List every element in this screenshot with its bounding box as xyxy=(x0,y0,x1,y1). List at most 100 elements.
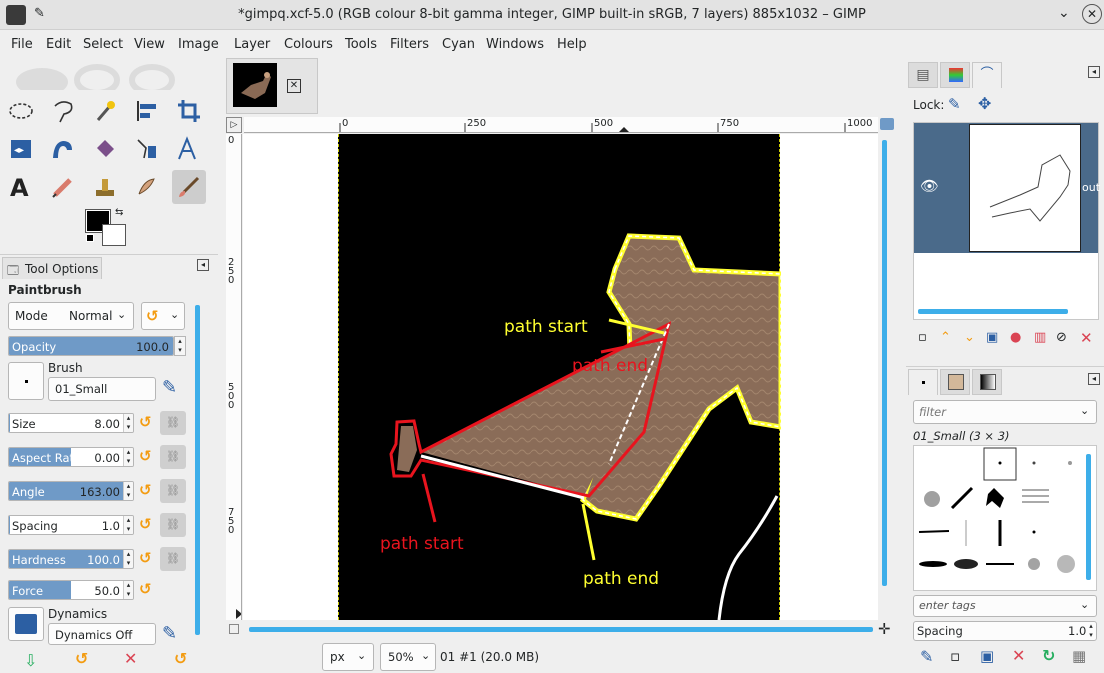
reset-size-icon[interactable]: ↺ xyxy=(139,415,155,431)
zoom-dropdown[interactable]: 50% ⌄ xyxy=(380,643,436,671)
close-image-tab-icon[interactable]: ✕ xyxy=(287,79,301,93)
reset-mode-button[interactable]: ↺ ⌄ xyxy=(141,302,185,330)
fuzzy-select-icon[interactable] xyxy=(88,94,122,128)
crop-icon[interactable] xyxy=(172,94,206,128)
brush-tags-dropdown[interactable]: enter tags ⌄ xyxy=(913,595,1097,617)
pencil-icon[interactable] xyxy=(46,170,80,204)
force-spinner[interactable]: ▴ ▾ xyxy=(123,581,133,599)
spacing-spinner[interactable]: ▴ ▾ xyxy=(123,516,133,534)
default-colors-icon[interactable] xyxy=(86,234,94,242)
lock-pixels-icon[interactable]: ✎ xyxy=(948,95,961,113)
reset-force-icon[interactable]: ↺ xyxy=(139,582,155,598)
text-tool-icon[interactable]: A xyxy=(4,170,38,204)
restore-options-icon[interactable]: ↺ xyxy=(75,649,88,668)
unit-dropdown[interactable]: px ⌄ xyxy=(322,643,374,671)
reset-options-icon[interactable]: ↺ xyxy=(174,649,187,668)
tool-options-scrollbar[interactable] xyxy=(195,305,200,635)
hardness-slider[interactable]: Hardness 100.0 ▴ ▾ xyxy=(8,549,134,569)
mode-dropdown[interactable]: Mode Normal ⌄ xyxy=(8,302,134,330)
brush-spacing-spinner[interactable]: ▴ ▾ xyxy=(1086,622,1096,640)
size-link-icon[interactable]: ⛓ xyxy=(160,411,186,435)
menu-windows[interactable]: Windows xyxy=(486,37,544,52)
opacity-spinner[interactable]: ▴ ▾ xyxy=(174,336,186,356)
menu-image[interactable]: Image xyxy=(178,37,219,52)
layer-list-scrollbar[interactable] xyxy=(918,309,1068,314)
brush-preview[interactable] xyxy=(8,362,44,400)
duplicate-layer-icon[interactable]: ▣ xyxy=(986,330,998,345)
menu-filters[interactable]: Filters xyxy=(390,37,429,52)
hardness-link-icon[interactable]: ⛓ xyxy=(160,547,186,571)
brush-filter-dropdown[interactable]: filter ⌄ xyxy=(913,400,1097,424)
menu-colours[interactable]: Colours xyxy=(284,37,333,52)
menu-view[interactable]: View xyxy=(134,37,165,52)
force-slider[interactable]: Force 50.0 ▴ ▾ xyxy=(8,580,134,600)
reset-hardness-icon[interactable]: ↺ xyxy=(139,551,155,567)
save-options-icon[interactable]: ⇩ xyxy=(24,651,37,670)
lock-position-icon[interactable]: ✥ xyxy=(978,94,991,113)
tab-paths[interactable]: ⌒ xyxy=(972,62,1002,88)
menu-layer[interactable]: Layer xyxy=(234,37,270,52)
warp-transform-icon[interactable] xyxy=(46,132,80,166)
minimize-button[interactable]: ⌄ xyxy=(1058,5,1070,21)
size-spinner[interactable]: ▴ ▾ xyxy=(123,414,133,432)
mask-layer-icon[interactable]: ⊘ xyxy=(1056,330,1067,345)
reset-spacing-icon[interactable]: ↺ xyxy=(139,517,155,533)
eye-icon[interactable]: 👁 xyxy=(920,177,939,195)
delete-options-icon[interactable]: ✕ xyxy=(124,649,137,668)
dynamics-name-field[interactable]: Dynamics Off xyxy=(48,623,156,645)
new-layer-group-icon[interactable]: ▫ xyxy=(918,330,927,345)
horizontal-scrollbar[interactable] xyxy=(249,627,873,632)
aspect-link-icon[interactable]: ⛓ xyxy=(160,445,186,469)
menu-tools[interactable]: Tools xyxy=(345,37,377,52)
free-select-icon[interactable] xyxy=(46,94,80,128)
clone-stamp-icon[interactable] xyxy=(88,170,122,204)
tab-gradients[interactable] xyxy=(972,369,1002,395)
menu-cyan[interactable]: Cyan xyxy=(442,37,475,52)
menu-edit[interactable]: Edit xyxy=(46,37,71,52)
aspect-ratio-spinner[interactable]: ▴ ▾ xyxy=(123,448,133,466)
delete-layer-icon[interactable]: ✕ xyxy=(1080,329,1093,347)
close-window-button[interactable]: ✕ xyxy=(1082,4,1102,24)
angle-spinner[interactable]: ▴ ▾ xyxy=(123,482,133,500)
merge-layer-icon[interactable]: ▥ xyxy=(1034,330,1046,345)
reset-aspect-icon[interactable]: ↺ xyxy=(139,449,155,465)
swap-colors-icon[interactable]: ⇆ xyxy=(115,207,123,218)
hardness-spinner[interactable]: ▴ ▾ xyxy=(123,550,133,568)
eraser-shape-icon[interactable] xyxy=(88,132,122,166)
paths-icon[interactable] xyxy=(130,132,164,166)
menu-select[interactable]: Select xyxy=(83,37,123,52)
duplicate-brush-button[interactable]: ▣ xyxy=(980,647,994,665)
ellipse-select-icon[interactable] xyxy=(4,94,38,128)
brush-name-field[interactable]: 01_Small xyxy=(48,377,156,401)
open-brush-button[interactable]: ▦ xyxy=(1072,647,1086,665)
flip-icon[interactable]: ◂▸ xyxy=(4,132,38,166)
vertical-scrollbar[interactable] xyxy=(882,140,887,586)
brush-spacing-field[interactable]: Spacing 1.0 ▴ ▾ xyxy=(913,621,1097,641)
dynamics-preview[interactable] xyxy=(8,607,44,641)
smudge-icon[interactable] xyxy=(130,170,164,204)
tab-brushes[interactable] xyxy=(908,369,938,395)
brushes-menu-icon[interactable]: ◂ xyxy=(1088,373,1100,385)
panel-menu-icon[interactable]: ◂ xyxy=(197,259,209,271)
opacity-slider[interactable]: Opacity 100.0 xyxy=(8,336,174,356)
edit-dynamics-icon[interactable]: ✎ xyxy=(162,623,177,644)
edit-brush-icon[interactable]: ✎ xyxy=(162,377,177,398)
paintbrush-icon[interactable] xyxy=(172,170,206,204)
size-slider[interactable]: Size 8.00 ▴ ▾ xyxy=(8,413,134,433)
align-icon[interactable] xyxy=(130,94,164,128)
aspect-ratio-slider[interactable]: Aspect Ratio 0.00 ▴ ▾ xyxy=(8,447,134,467)
tab-patterns[interactable] xyxy=(940,369,970,395)
tool-options-tab[interactable]: 🗔 Tool Options xyxy=(2,257,102,279)
delete-brush-button[interactable]: ✕ xyxy=(1012,646,1025,665)
angle-link-icon[interactable]: ⛓ xyxy=(160,479,186,503)
brush-grid-scrollbar[interactable] xyxy=(1086,454,1091,580)
tab-channels[interactable] xyxy=(940,62,970,88)
navigate-cross-icon[interactable]: ✛ xyxy=(878,620,891,638)
layers-menu-icon[interactable]: ◂ xyxy=(1088,66,1100,78)
tab-layers[interactable]: ▤ xyxy=(908,62,938,88)
text-align-icon[interactable] xyxy=(172,132,206,166)
image-thumbnail-tab[interactable]: ✕ xyxy=(226,58,318,114)
refresh-brushes-button[interactable]: ↻ xyxy=(1042,646,1055,665)
angle-slider[interactable]: Angle 163.00 ▴ ▾ xyxy=(8,481,134,501)
edit-brush-button[interactable]: ✎ xyxy=(920,647,933,666)
